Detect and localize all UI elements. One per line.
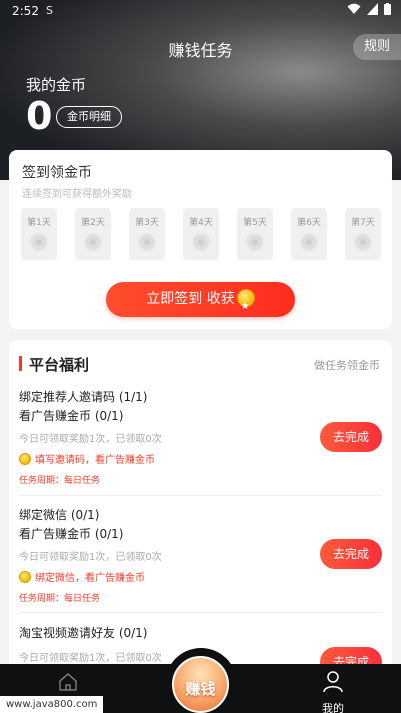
welfare-header: 平台福利 做任务领金币	[9, 340, 392, 386]
checkin-day: 第5天	[237, 208, 273, 260]
checkin-day: 第7天	[345, 208, 381, 260]
nav-mine[interactable]: 我的	[322, 670, 344, 713]
checkin-button-label: 立即签到 收获	[146, 291, 235, 307]
coin-icon	[192, 233, 210, 251]
coin-icon	[138, 233, 156, 251]
section-accent-bar	[19, 356, 22, 371]
task-reward: 绑定微信，看广告赚金币	[19, 569, 382, 584]
checkin-day: 第2天	[75, 208, 111, 260]
checkin-card: 签到领金币 连续签到可获得额外奖励 第1天 第2天 第3天 第4天 第5天 第6…	[9, 150, 392, 329]
coin-details-button[interactable]: 金币明细	[56, 106, 122, 128]
complete-task-button[interactable]: 去完成	[320, 422, 382, 452]
page-title: 赚钱任务	[168, 41, 233, 60]
checkin-days: 第1天 第2天 第3天 第4天 第5天 第6天 第7天	[21, 208, 381, 260]
sim-icon: S	[46, 4, 53, 17]
signal-icon	[367, 3, 378, 15]
checkin-day: 第6天	[291, 208, 327, 260]
welfare-title: 平台福利	[29, 356, 90, 374]
checkin-day: 第1天	[21, 208, 57, 260]
task-item: 绑定微信 (0/1) 看广告赚金币 (0/1) 今日可领取奖励1次，已领取0次 …	[19, 507, 382, 604]
checkin-title: 签到领金币	[22, 165, 92, 181]
task-reward: 填写邀请码，看广告赚金币	[19, 451, 382, 466]
coin-icon	[246, 233, 264, 251]
status-icons	[347, 3, 391, 15]
coin-icon	[19, 452, 31, 465]
checkin-subtitle: 连续签到可获得额外奖励	[22, 189, 132, 200]
watermark: www.java800.com	[0, 696, 104, 713]
rules-button[interactable]: 规则	[353, 34, 401, 60]
status-bar: 2:52 S	[0, 0, 401, 22]
divider	[19, 612, 382, 613]
nav-mine-label: 我的	[322, 702, 344, 713]
coins-value: 0	[26, 94, 53, 138]
coin-icon	[19, 570, 31, 583]
welfare-hint: 做任务领金币	[314, 359, 380, 372]
checkin-day: 第3天	[129, 208, 165, 260]
status-time: 2:52	[12, 4, 39, 18]
coin-icon	[30, 233, 48, 251]
home-icon[interactable]	[58, 672, 78, 692]
task-item: 绑定推荐人邀请码 (1/1) 看广告赚金币 (0/1) 今日可领取奖励1次，已领…	[19, 389, 382, 486]
task-cycle: 任务周期：每日任务	[19, 594, 101, 604]
wifi-icon	[347, 3, 361, 14]
battery-icon	[384, 3, 391, 15]
task-title: 绑定微信 (0/1)	[19, 508, 100, 522]
coin-icon	[354, 233, 372, 251]
coin-icon	[84, 233, 102, 251]
earn-button[interactable]: 赚钱	[172, 656, 229, 713]
user-icon	[323, 671, 343, 693]
checkin-day: 第4天	[183, 208, 219, 260]
coins-label: 我的金币	[26, 76, 87, 94]
earn-label: 赚钱	[185, 680, 216, 698]
task-title: 绑定推荐人邀请码 (1/1)	[19, 390, 148, 404]
checkin-button[interactable]: 立即签到 收获	[106, 282, 295, 324]
divider	[19, 495, 382, 496]
task-cycle: 任务周期：每日任务	[19, 476, 101, 486]
complete-task-button[interactable]: 去完成	[320, 539, 382, 569]
gold-coin-icon	[236, 289, 255, 324]
task-subtitle: 看广告赚金币 (0/1)	[19, 409, 124, 423]
coin-icon	[300, 233, 318, 251]
task-title: 淘宝视频邀请好友 (0/1)	[19, 626, 148, 640]
